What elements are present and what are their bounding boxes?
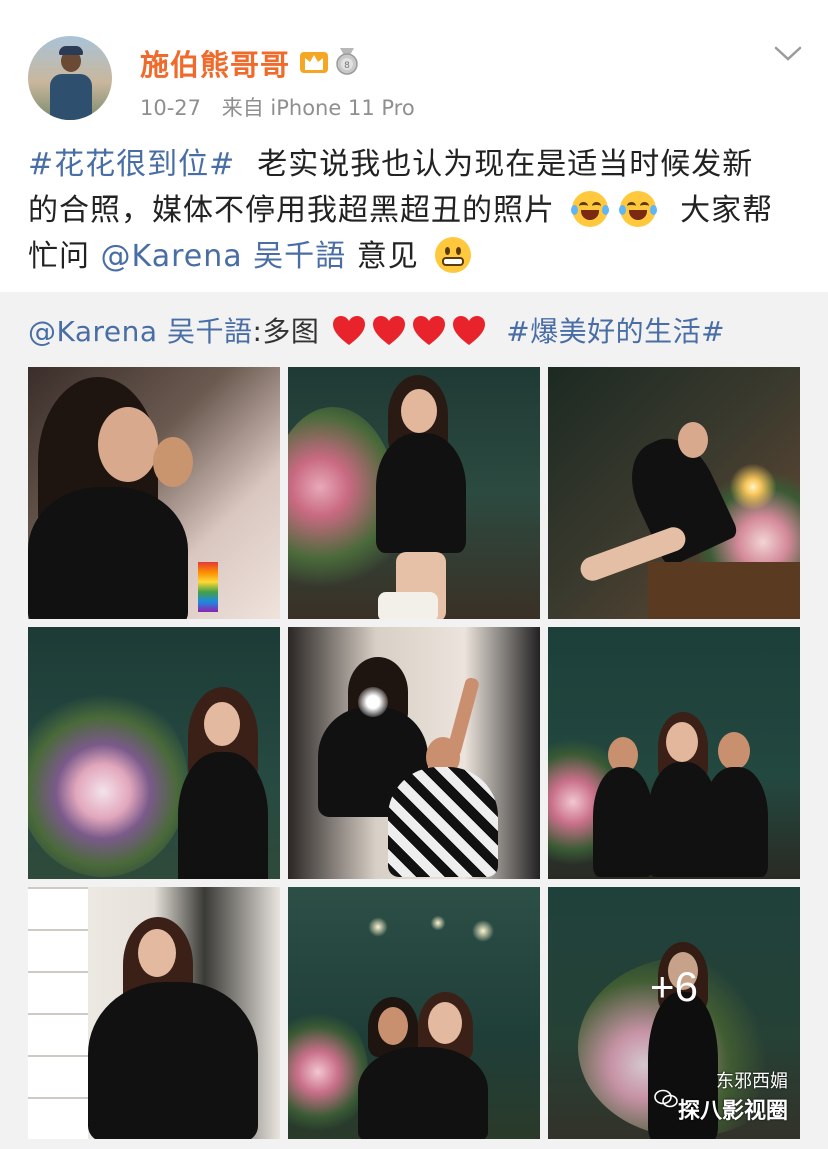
photo-table: [648, 562, 800, 619]
grimace-emoji-icon: [435, 237, 472, 273]
wechat-icon: [654, 1089, 678, 1108]
post-mention[interactable]: @Karena 吴千語: [101, 239, 347, 274]
photo-figure-body: [88, 982, 258, 1139]
photo-figure-body: [376, 433, 466, 553]
photo-figure-body: [28, 487, 188, 619]
post-source: 来自 iPhone 11 Pro: [221, 96, 415, 120]
post-header: 施伯熊哥哥 8 10-27 来自 iPhone 11 Pro: [0, 0, 828, 130]
watermark-top: 东邪西媚: [716, 1071, 788, 1092]
repost-after-mention: :多图: [252, 315, 320, 348]
post-text-line2: 的合照，媒体不停用我超黑超丑的照片: [28, 193, 555, 228]
photo-6[interactable]: [548, 627, 800, 879]
heart-icon: [372, 316, 405, 345]
photo-8[interactable]: [288, 887, 540, 1139]
avatar-body: [50, 74, 92, 120]
watermark-bottom: 探八影视圈: [677, 1099, 788, 1124]
avatar[interactable]: [28, 36, 112, 120]
repost-hashtag[interactable]: #爆美好的生活#: [506, 315, 725, 348]
photo-figure-face: [204, 702, 240, 746]
photo-figure-body: [593, 767, 653, 877]
photo-9[interactable]: +6 东邪西媚 探八影视圈: [548, 887, 800, 1139]
photo-figure-face: [428, 1002, 462, 1044]
post-text-line1: 老实说我也认为现在是适当时候发新: [257, 147, 754, 182]
photo-lights: [348, 907, 498, 947]
photo-figure-face: [666, 722, 698, 762]
photo-2[interactable]: [288, 367, 540, 619]
photo-figure-face: [678, 422, 708, 458]
chevron-down-icon[interactable]: [773, 44, 803, 64]
weibo-post: 施伯熊哥哥 8 10-27 来自 iPhone 11 Pro #花花很到位# 老实…: [0, 0, 828, 1149]
photo-raised-arm: [445, 676, 481, 758]
repost-text: @Karena 吴千語:多图 #爆美好的生活#: [28, 312, 808, 352]
photo-figure-face: [153, 437, 193, 487]
photo-figure-face: [98, 407, 158, 482]
laugh-cry-emoji-icon: [618, 191, 657, 227]
heart-icon: [412, 316, 445, 345]
post-time: 10-27: [140, 96, 202, 120]
crown-icon: [300, 52, 328, 73]
avatar-cap: [59, 46, 83, 55]
photo-7[interactable]: [28, 887, 280, 1139]
photo-figure-face: [378, 1007, 408, 1045]
photo-figure-face: [718, 732, 750, 770]
photo-5[interactable]: [288, 627, 540, 879]
more-photos-count[interactable]: +6: [548, 887, 800, 1087]
svg-text:8: 8: [344, 61, 350, 71]
photo-cake: [198, 562, 218, 612]
photo-1[interactable]: [28, 367, 280, 619]
photo-figure-body: [178, 752, 268, 879]
post-meta: 10-27 来自 iPhone 11 Pro: [140, 92, 415, 122]
watermark: 东邪西媚 探八影视圈: [678, 1067, 788, 1125]
photo-flowers: [288, 1007, 368, 1137]
photo-3[interactable]: [548, 367, 800, 619]
repost-box[interactable]: @Karena 吴千語:多图 #爆美好的生活# +6 东邪西媚 探八影视圈: [0, 292, 828, 1149]
photo-figure-body: [358, 1047, 488, 1139]
medal-icon: 8: [336, 48, 358, 75]
post-body: #花花很到位# 老实说我也认为现在是适当时候发新 的合照，媒体不停用我超黑超丑的照…: [28, 142, 808, 280]
post-line-2: 的合照，媒体不停用我超黑超丑的照片 大家帮: [28, 188, 808, 234]
post-line-1: #花花很到位# 老实说我也认为现在是适当时候发新: [28, 142, 808, 188]
post-text-line3-start: 忙问: [28, 239, 90, 274]
photo-figure-face: [401, 389, 437, 433]
username[interactable]: 施伯熊哥哥: [140, 42, 290, 84]
photo-cake: [378, 592, 438, 619]
repost-mention[interactable]: @Karena 吴千語: [28, 315, 252, 348]
photo-figure-body: [703, 767, 768, 877]
photo-flash: [358, 687, 388, 717]
post-text-line3-end: 意见: [356, 239, 419, 274]
heart-icon: [452, 316, 485, 345]
photo-window: [28, 887, 88, 1139]
post-text-line2-end: 大家帮: [680, 193, 774, 228]
laugh-cry-emoji-icon: [570, 191, 609, 227]
photo-figure-body: [388, 767, 498, 877]
post-line-3: 忙问 @Karena 吴千語 意见: [28, 234, 808, 280]
post-hashtag[interactable]: #花花很到位#: [28, 147, 235, 182]
photo-flowers: [28, 687, 188, 877]
photo-4[interactable]: [28, 627, 280, 879]
photo-candles: [728, 457, 778, 517]
heart-icon: [332, 316, 365, 345]
photo-figure-face: [138, 929, 176, 977]
